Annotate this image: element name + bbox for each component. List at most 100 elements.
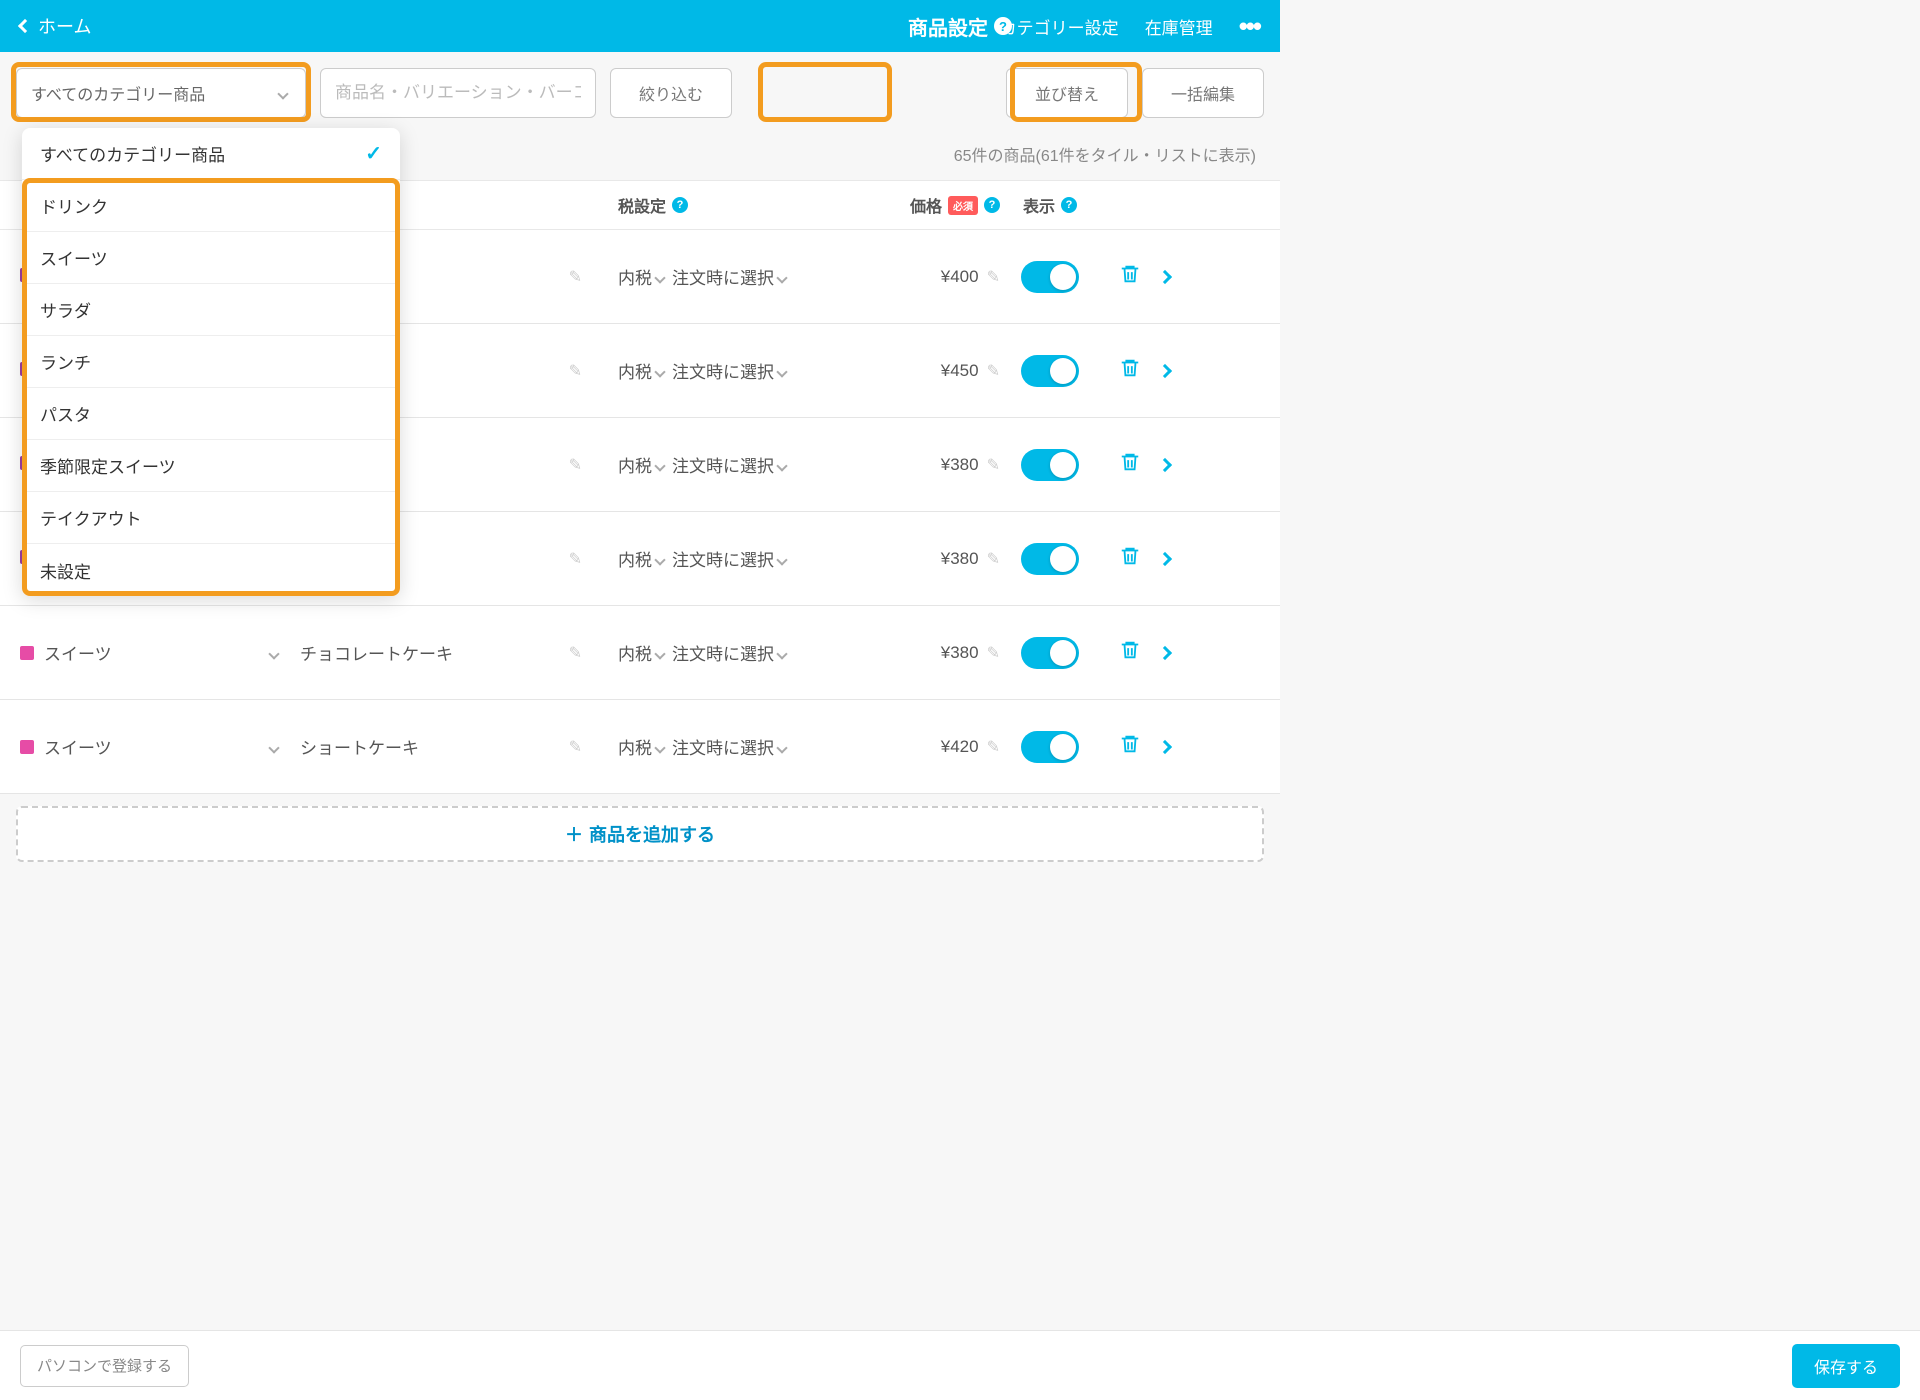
register-on-pc-button[interactable]: パソコンで登録する <box>20 1345 189 1387</box>
help-icon[interactable]: ? <box>994 17 1012 35</box>
category-cell[interactable]: スイーツ <box>20 640 300 665</box>
display-toggle[interactable] <box>1021 731 1079 763</box>
name-cell[interactable]: チョコレートケーキ ✎ <box>300 640 600 665</box>
th-price: 価格 <box>910 193 942 217</box>
price-value: ¥380 <box>941 455 979 475</box>
dropdown-item-label: 季節限定スイーツ <box>40 453 176 478</box>
dropdown-item[interactable]: ドリンク <box>22 180 400 232</box>
search-input[interactable] <box>320 68 596 118</box>
price-cell[interactable]: ¥420 ✎ <box>830 737 1000 757</box>
delete-button[interactable] <box>1100 639 1160 666</box>
display-cell <box>1000 449 1100 481</box>
delete-button[interactable] <box>1100 357 1160 384</box>
add-item-button[interactable]: ＋ 商品を追加する <box>16 806 1264 862</box>
tax-type: 内税 <box>618 734 652 759</box>
nav-stock-management[interactable]: 在庫管理 <box>1145 14 1213 39</box>
price-cell[interactable]: ¥380 ✎ <box>830 643 1000 663</box>
category-color-icon <box>20 646 34 660</box>
display-cell <box>1000 543 1100 575</box>
price-cell[interactable]: ¥400 ✎ <box>830 267 1000 287</box>
display-toggle[interactable] <box>1021 261 1079 293</box>
dropdown-item[interactable]: すべてのカテゴリー商品✓ <box>22 128 400 180</box>
chevron-right-icon <box>1158 363 1172 377</box>
chevron-right-icon <box>1158 269 1172 283</box>
dropdown-item[interactable]: サラダ <box>22 284 400 336</box>
table-row: スイーツ チョコレートケーキ ✎ 内税 注文時に選択 ¥380 ✎ <box>0 606 1280 700</box>
delete-button[interactable] <box>1100 451 1160 478</box>
nav-category-settings[interactable]: カテゴリー設定 <box>1000 14 1119 39</box>
chevron-down-icon <box>654 272 665 283</box>
check-icon: ✓ <box>365 141 382 166</box>
detail-arrow[interactable] <box>1160 549 1200 569</box>
tax-cell[interactable]: 内税 注文時に選択 <box>600 734 830 759</box>
tax-cell[interactable]: 内税 注文時に選択 <box>600 452 830 477</box>
tax-type: 内税 <box>618 452 652 477</box>
bulk-edit-button[interactable]: 一括編集 <box>1142 68 1264 118</box>
dropdown-item-label: テイクアウト <box>40 505 142 530</box>
dropdown-item-label: ドリンク <box>40 193 108 218</box>
pencil-icon: ✎ <box>569 737 582 757</box>
price-value: ¥380 <box>941 549 979 569</box>
back-button[interactable]: ホーム <box>20 13 91 39</box>
detail-arrow[interactable] <box>1160 361 1200 381</box>
name-cell[interactable]: ショートケーキ ✎ <box>300 734 600 759</box>
pencil-icon: ✎ <box>987 549 1000 569</box>
chevron-down-icon <box>268 742 279 753</box>
display-toggle[interactable] <box>1021 543 1079 575</box>
category-select[interactable]: すべてのカテゴリー商品 <box>16 68 306 118</box>
pencil-icon: ✎ <box>987 455 1000 475</box>
pencil-icon: ✎ <box>987 361 1000 381</box>
filter-button[interactable]: 絞り込む <box>610 68 732 118</box>
price-cell[interactable]: ¥380 ✎ <box>830 549 1000 569</box>
chevron-down-icon <box>776 554 787 565</box>
tax-cell[interactable]: 内税 注文時に選択 <box>600 546 830 571</box>
price-cell[interactable]: ¥380 ✎ <box>830 455 1000 475</box>
help-icon[interactable]: ? <box>984 197 1000 213</box>
chevron-down-icon <box>277 88 288 99</box>
footer-bar: パソコンで登録する 保存する <box>0 1330 1920 1400</box>
sort-button[interactable]: 並び替え <box>1006 68 1128 118</box>
dropdown-item[interactable]: テイクアウト <box>22 492 400 544</box>
delete-button[interactable] <box>1100 545 1160 572</box>
chevron-down-icon <box>776 742 787 753</box>
pencil-icon: ✎ <box>569 267 582 287</box>
detail-arrow[interactable] <box>1160 455 1200 475</box>
pencil-icon: ✎ <box>569 361 582 381</box>
tax-cell[interactable]: 内税 注文時に選択 <box>600 264 830 289</box>
price-cell[interactable]: ¥450 ✎ <box>830 361 1000 381</box>
chevron-right-icon <box>1158 457 1172 471</box>
tax-cell[interactable]: 内税 注文時に選択 <box>600 358 830 383</box>
category-cell[interactable]: スイーツ <box>20 734 300 759</box>
display-cell <box>1000 731 1100 763</box>
dropdown-item[interactable]: 季節限定スイーツ <box>22 440 400 492</box>
delete-button[interactable] <box>1100 263 1160 290</box>
display-toggle[interactable] <box>1021 449 1079 481</box>
dropdown-item[interactable]: 未設定 <box>22 544 400 596</box>
tax-cell[interactable]: 内税 注文時に選択 <box>600 640 830 665</box>
detail-arrow[interactable] <box>1160 643 1200 663</box>
app-header: ホーム 商品設定 ? カテゴリー設定 在庫管理 ••• <box>0 0 1280 52</box>
more-menu-icon[interactable]: ••• <box>1239 11 1260 42</box>
help-icon[interactable]: ? <box>672 197 688 213</box>
detail-arrow[interactable] <box>1160 737 1200 757</box>
dropdown-item-label: パスタ <box>40 401 91 426</box>
dropdown-item[interactable]: パスタ <box>22 388 400 440</box>
help-icon[interactable]: ? <box>1061 197 1077 213</box>
dropdown-item[interactable]: ランチ <box>22 336 400 388</box>
category-text: スイーツ <box>44 645 112 664</box>
dropdown-item[interactable]: スイーツ <box>22 232 400 284</box>
tax-timing: 注文時に選択 <box>672 640 774 665</box>
display-cell <box>1000 261 1100 293</box>
display-toggle[interactable] <box>1021 637 1079 669</box>
save-button[interactable]: 保存する <box>1792 1344 1900 1388</box>
category-color-icon <box>20 740 34 754</box>
delete-button[interactable] <box>1100 733 1160 760</box>
table-row: スイーツ ショートケーキ ✎ 内税 注文時に選択 ¥420 ✎ <box>0 700 1280 794</box>
category-dropdown: すべてのカテゴリー商品✓ ドリンクスイーツサラダランチパスタ季節限定スイーツテイク… <box>22 128 400 596</box>
chevron-left-icon <box>18 19 32 33</box>
tax-timing: 注文時に選択 <box>672 546 774 571</box>
chevron-down-icon <box>776 460 787 471</box>
detail-arrow[interactable] <box>1160 267 1200 287</box>
product-name: ショートケーキ <box>300 734 419 759</box>
display-toggle[interactable] <box>1021 355 1079 387</box>
